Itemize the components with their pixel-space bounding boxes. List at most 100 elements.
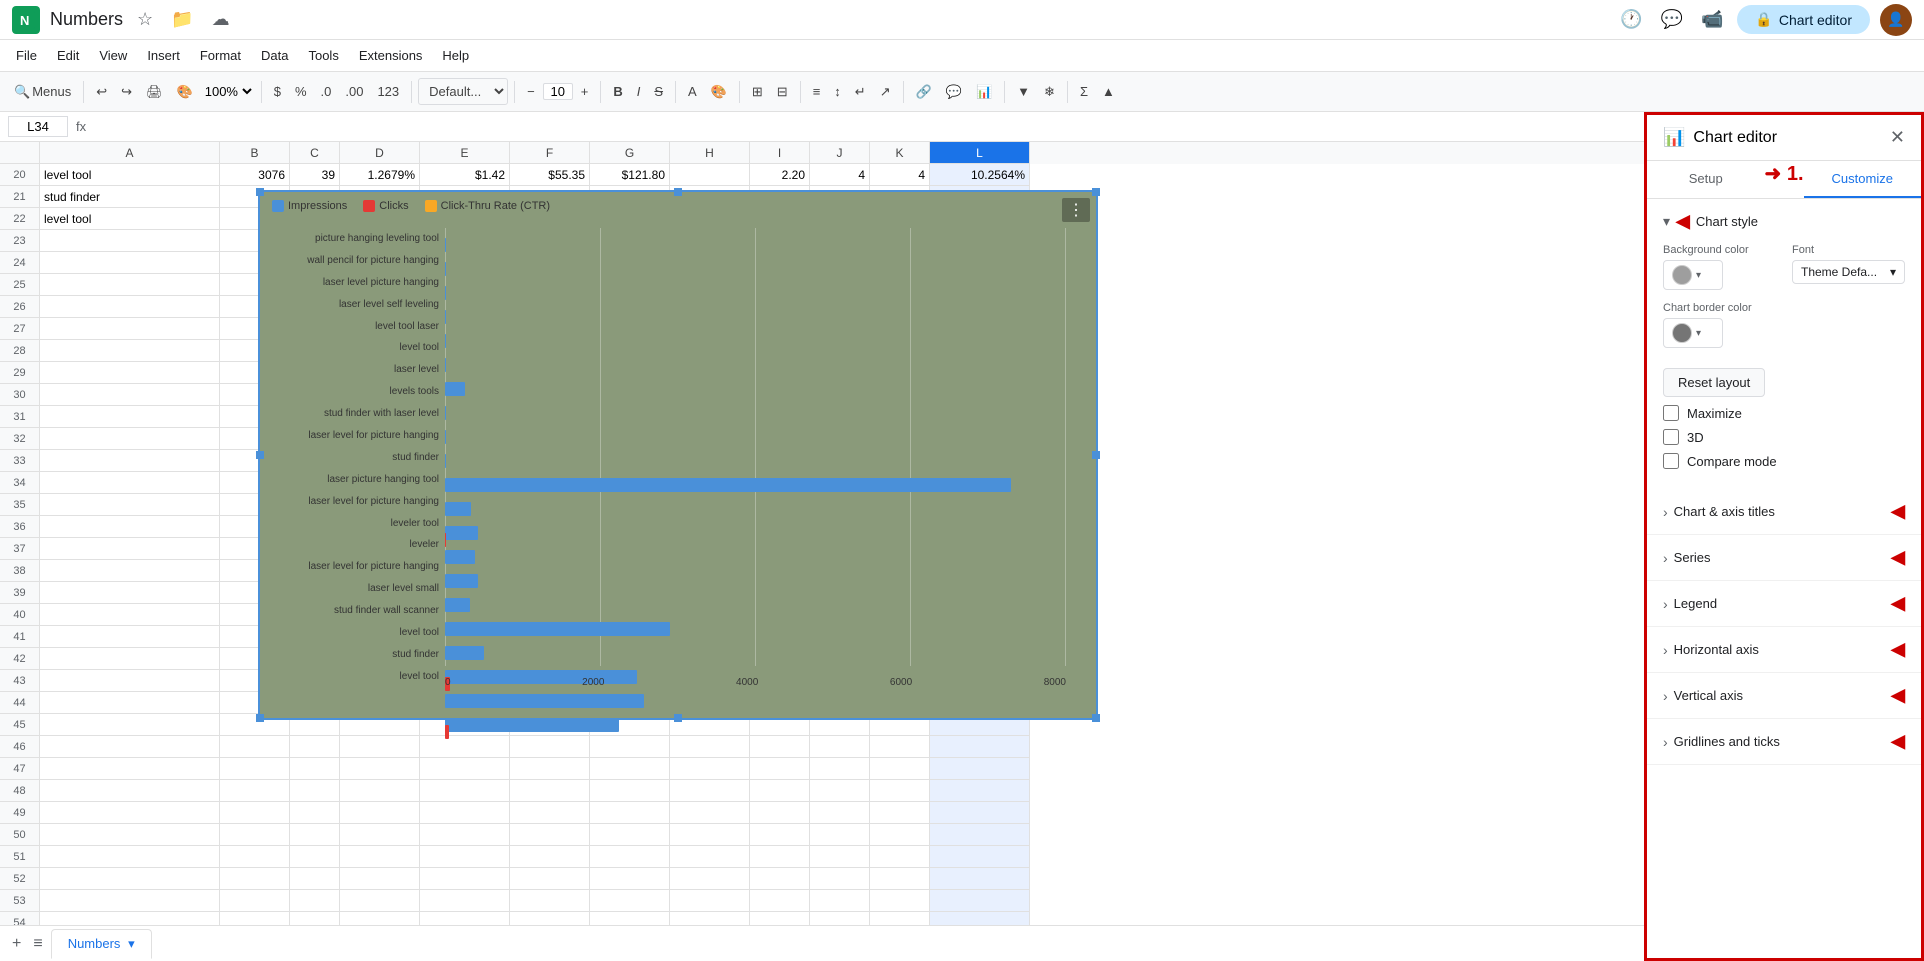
cell-i46[interactable] [750,736,810,758]
text-color-button[interactable]: A [682,80,703,103]
cell-j46[interactable] [810,736,870,758]
cell-i54[interactable] [750,912,810,925]
menu-file[interactable]: File [8,45,45,66]
cell-k51[interactable] [870,846,930,868]
cell-e53[interactable] [420,890,510,912]
cell-l50[interactable] [930,824,1030,846]
row-40-header[interactable]: 40 [0,604,40,626]
cell-j47[interactable] [810,758,870,780]
section-gridlines-and-ticks[interactable]: › Gridlines and ticks ◀ [1647,719,1921,765]
tab-setup[interactable]: Setup [1647,161,1765,198]
cell-l51[interactable] [930,846,1030,868]
cell-a54[interactable] [40,912,220,925]
cell-h54[interactable] [670,912,750,925]
font-size-input[interactable] [543,83,573,100]
row-25-header[interactable]: 25 [0,274,40,296]
cell-l54[interactable] [930,912,1030,925]
cell-l46[interactable] [930,736,1030,758]
col-header-e[interactable]: E [420,142,510,164]
menu-edit[interactable]: Edit [49,45,87,66]
section-legend[interactable]: › Legend ◀ [1647,581,1921,627]
cell-i49[interactable] [750,802,810,824]
print-button[interactable]: 🖨 [140,80,169,104]
menu-extensions[interactable]: Extensions [351,45,431,66]
cell-l48[interactable] [930,780,1030,802]
cell-a44[interactable] [40,692,220,714]
cell-g53[interactable] [590,890,670,912]
italic-button[interactable]: I [631,80,647,103]
share-button[interactable]: 🔒 Chart editor [1737,5,1870,34]
cell-l49[interactable] [930,802,1030,824]
cell-h47[interactable] [670,758,750,780]
cell-g48[interactable] [590,780,670,802]
section-header[interactable]: › Gridlines and ticks ◀ [1663,731,1905,752]
cell-a21[interactable]: stud finder [40,186,220,208]
row-49-header[interactable]: 49 [0,802,40,824]
row-28-header[interactable]: 28 [0,340,40,362]
cell-a46[interactable] [40,736,220,758]
fill-color-button[interactable]: 🎨 [705,80,733,104]
row-37-header[interactable]: 37 [0,538,40,560]
redo-button[interactable]: ↪ [115,80,138,104]
cell-e48[interactable] [420,780,510,802]
cell-c50[interactable] [290,824,340,846]
section-header[interactable]: › Legend ◀ [1663,593,1905,614]
row-21-header[interactable]: 21 [0,186,40,208]
chart-container[interactable]: ⋮ Impressions Clicks Clic [258,190,1098,720]
col-header-g[interactable]: G [590,142,670,164]
cell-f52[interactable] [510,868,590,890]
row-24-header[interactable]: 24 [0,252,40,274]
rotate-button[interactable]: ↗ [874,80,897,104]
compare-mode-checkbox[interactable] [1663,453,1679,469]
cell-b51[interactable] [220,846,290,868]
cell-h48[interactable] [670,780,750,802]
menu-insert[interactable]: Insert [139,45,188,66]
row-30-header[interactable]: 30 [0,384,40,406]
cell-k52[interactable] [870,868,930,890]
cell-h46[interactable] [670,736,750,758]
cell-d50[interactable] [340,824,420,846]
cell-j54[interactable] [810,912,870,925]
resize-handle-tm[interactable] [674,188,682,196]
cell-e49[interactable] [420,802,510,824]
cell-d48[interactable] [340,780,420,802]
cell-c47[interactable] [290,758,340,780]
cell-j20[interactable]: 4 [810,164,870,186]
cell-g46[interactable] [590,736,670,758]
cell-a32[interactable] [40,428,220,450]
row-36-header[interactable]: 36 [0,516,40,538]
sheet-tab-dropdown[interactable]: ▾ [128,936,135,951]
row-20-header[interactable]: 20 [0,164,40,186]
cell-g54[interactable] [590,912,670,925]
font-size-decrease[interactable]: − [521,80,541,103]
cell-d53[interactable] [340,890,420,912]
borders-button[interactable]: ⊞ [746,80,769,104]
cell-j48[interactable] [810,780,870,802]
cell-e46[interactable] [420,736,510,758]
cell-a25[interactable] [40,274,220,296]
chart-menu-button[interactable]: ⋮ [1062,198,1090,222]
row-48-header[interactable]: 48 [0,780,40,802]
cell-a50[interactable] [40,824,220,846]
cell-d52[interactable] [340,868,420,890]
folder-button[interactable]: 📁 [167,5,197,34]
cell-b48[interactable] [220,780,290,802]
maximize-checkbox[interactable] [1663,405,1679,421]
cell-i47[interactable] [750,758,810,780]
cell-a45[interactable] [40,714,220,736]
col-header-j[interactable]: J [810,142,870,164]
merge-button[interactable]: ⊟ [771,80,794,104]
cell-c51[interactable] [290,846,340,868]
section-chart--axis-titles[interactable]: › Chart & axis titles ◀ [1647,489,1921,535]
section-series[interactable]: › Series ◀ [1647,535,1921,581]
cell-a53[interactable] [40,890,220,912]
font-size-increase[interactable]: + [575,80,595,103]
cell-d54[interactable] [340,912,420,925]
cell-c52[interactable] [290,868,340,890]
col-header-k[interactable]: K [870,142,930,164]
cell-a41[interactable] [40,626,220,648]
3d-checkbox[interactable] [1663,429,1679,445]
zoom-select[interactable]: 100% [201,83,255,100]
cell-a26[interactable] [40,296,220,318]
bg-color-picker[interactable]: ▾ [1663,260,1723,290]
